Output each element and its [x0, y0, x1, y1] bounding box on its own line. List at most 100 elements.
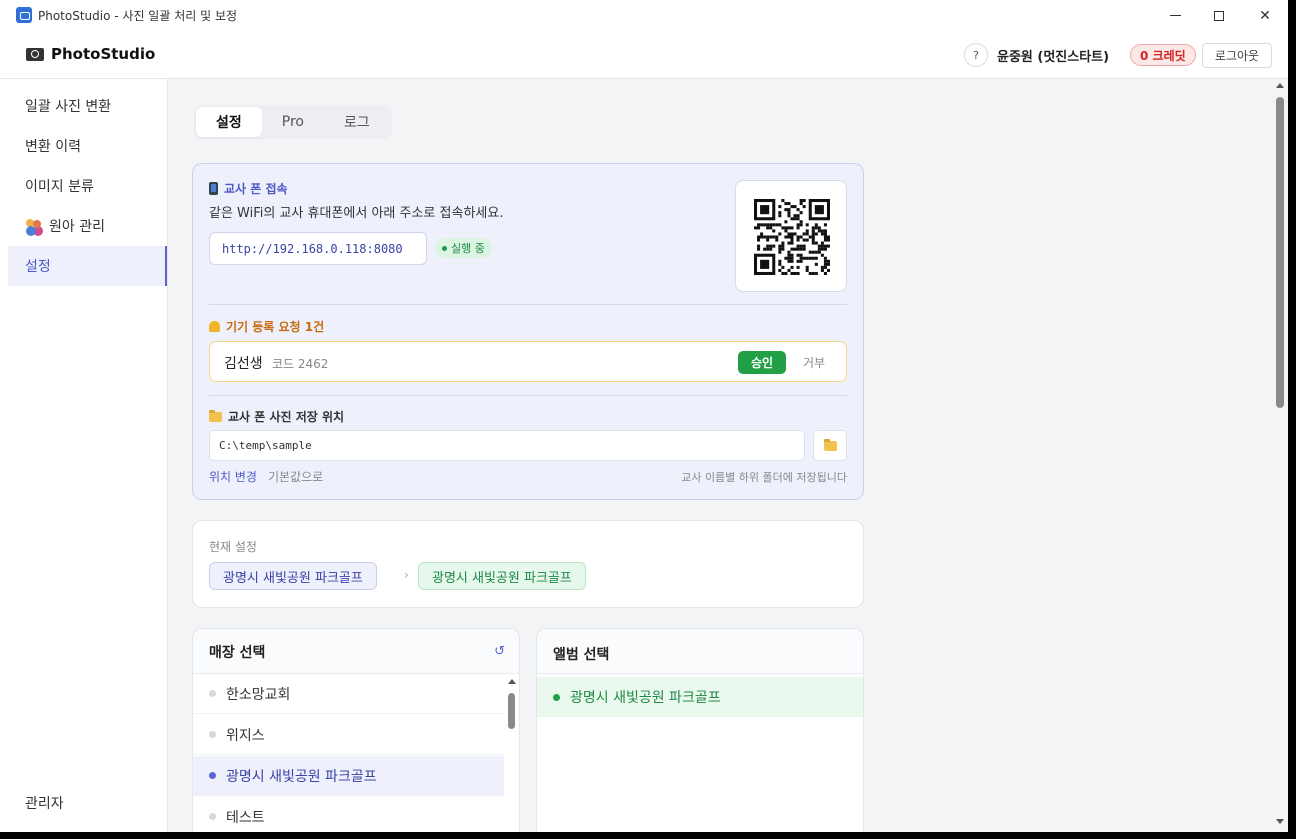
- refresh-icon[interactable]: ↺: [494, 644, 505, 659]
- album-item[interactable]: 광명시 새빛공원 파크골프: [537, 677, 863, 717]
- sidebar: 일괄 사진 변환 변환 이력 이미지 분류 원아 관리 설정 관리자: [8, 79, 168, 832]
- tab-settings[interactable]: 설정: [196, 107, 262, 137]
- device-request-row: 김선생 코드 2462 승인 거부: [209, 341, 847, 382]
- store-item[interactable]: 한소망교회: [193, 674, 504, 714]
- status-text: 실행 중: [451, 242, 485, 255]
- qr-code: [735, 180, 847, 292]
- close-button[interactable]: ✕: [1242, 0, 1288, 31]
- tab-pro[interactable]: Pro: [262, 107, 324, 137]
- album-select-panel: 앨범 선택 광명시 새빛공원 파크골프: [536, 628, 864, 832]
- divider: [209, 395, 847, 396]
- store-select-panel: 매장 선택 ↺ 한소망교회 위지스 광명시 새빛공원 파크골프 테스트: [192, 628, 520, 832]
- reject-button[interactable]: 거부: [794, 351, 834, 374]
- maximize-button[interactable]: [1196, 0, 1242, 31]
- phone-access-title-text: 교사 폰 접속: [224, 182, 288, 196]
- browse-folder-button[interactable]: [813, 430, 847, 461]
- folder-icon: [209, 409, 222, 422]
- children-icon: [25, 218, 43, 234]
- scroll-up-icon[interactable]: [1276, 83, 1284, 88]
- window-title: PhotoStudio - 사진 일괄 처리 및 보정: [38, 9, 238, 23]
- store-item[interactable]: 광명시 새빛공원 파크골프: [193, 756, 504, 796]
- store-item[interactable]: 위지스: [193, 715, 504, 755]
- sidebar-item-batch-convert[interactable]: 일괄 사진 변환: [8, 86, 167, 126]
- main-scrollbar[interactable]: [1273, 79, 1288, 832]
- tab-log[interactable]: 로그: [324, 107, 390, 137]
- sidebar-item-label: 설정: [25, 259, 51, 275]
- device-request-title-text: 기기 등록 요청 1건: [226, 320, 325, 334]
- credit-badge: 0 크레딧: [1130, 44, 1196, 66]
- sidebar-item-history[interactable]: 변환 이력: [8, 126, 167, 166]
- server-url[interactable]: http://192.168.0.118:8080: [209, 232, 427, 265]
- storage-path-input[interactable]: C:\temp\sample: [209, 430, 805, 461]
- phone-access-title: 교사 폰 접속: [209, 180, 288, 197]
- dot-icon: [209, 731, 216, 738]
- app-icon: [16, 7, 32, 23]
- status-badge: 실행 중: [435, 238, 492, 258]
- sidebar-item-children[interactable]: 원아 관리: [8, 206, 167, 246]
- main-content: 설정 Pro 로그 교사 폰 접속 같은 WiFi의 교사 휴대폰에서 아래 주…: [168, 79, 1273, 832]
- scroll-up-icon[interactable]: [508, 679, 516, 684]
- folder-open-icon: [823, 438, 837, 451]
- brand: PhotoStudio: [26, 45, 155, 63]
- sidebar-item-label: 일괄 사진 변환: [25, 99, 112, 115]
- help-button[interactable]: ?: [964, 43, 988, 67]
- sidebar-item-label: 변환 이력: [25, 139, 81, 155]
- request-code: 코드 2462: [272, 357, 329, 371]
- chevron-right-icon: ›: [404, 568, 409, 582]
- scroll-down-icon[interactable]: [1276, 819, 1284, 824]
- scroll-thumb[interactable]: [508, 693, 515, 729]
- dot-icon: [553, 693, 560, 701]
- app-header: PhotoStudio ? 윤중원 (멋진스타트) 0 크레딧 로그아웃: [0, 31, 1288, 79]
- phone-access-description: 같은 WiFi의 교사 휴대폰에서 아래 주소로 접속하세요.: [209, 206, 504, 221]
- album-panel-title: 앨범 선택: [553, 647, 610, 663]
- camera-icon: [26, 47, 44, 61]
- maximize-icon: [1214, 10, 1224, 21]
- sidebar-item-admin[interactable]: 관리자: [25, 793, 64, 813]
- logout-button[interactable]: 로그아웃: [1202, 43, 1272, 68]
- store-item[interactable]: 테스트: [193, 797, 504, 832]
- divider: [209, 304, 847, 305]
- current-settings-card: 현재 설정 광명시 새빛공원 파크골프 › 광명시 새빛공원 파크골프: [192, 520, 864, 608]
- minimize-icon: [1169, 15, 1181, 16]
- store-item-label: 테스트: [226, 809, 265, 826]
- store-item-label: 한소망교회: [226, 686, 291, 703]
- change-location-link[interactable]: 위치 변경: [209, 468, 257, 485]
- sidebar-item-label: 원아 관리: [49, 219, 105, 235]
- current-store-chip: 광명시 새빛공원 파크골프: [209, 562, 377, 590]
- dot-icon: [209, 813, 216, 820]
- title-bar: PhotoStudio - 사진 일괄 처리 및 보정 ✕: [0, 0, 1288, 31]
- user-name: 윤중원 (멋진스타트): [997, 50, 1110, 65]
- app-window: PhotoStudio - 사진 일괄 처리 및 보정 ✕ PhotoStudi…: [0, 0, 1288, 832]
- store-item-label: 광명시 새빛공원 파크골프: [226, 768, 377, 785]
- album-item-label: 광명시 새빛공원 파크골프: [570, 690, 721, 706]
- store-panel-title: 매장 선택: [209, 645, 266, 661]
- dot-icon: [209, 690, 216, 697]
- sidebar-item-settings[interactable]: 설정: [8, 246, 167, 286]
- qr-code-icon: [754, 199, 830, 275]
- bell-icon: [209, 321, 220, 332]
- minimize-button[interactable]: [1152, 0, 1198, 31]
- panel-header: 앨범 선택: [537, 629, 863, 674]
- request-name: 김선생: [224, 356, 263, 372]
- store-item-label: 위지스: [226, 727, 265, 744]
- store-list-scrollbar[interactable]: [505, 675, 519, 832]
- reset-default-link[interactable]: 기본값으로: [268, 468, 323, 485]
- phone-access-card: 교사 폰 접속 같은 WiFi의 교사 휴대폰에서 아래 주소로 접속하세요. …: [192, 163, 864, 500]
- current-settings-label: 현재 설정: [209, 540, 257, 554]
- brand-name: PhotoStudio: [51, 45, 156, 63]
- tab-bar: 설정 Pro 로그: [194, 105, 392, 139]
- scroll-thumb[interactable]: [1276, 97, 1284, 408]
- close-icon: ✕: [1259, 7, 1271, 24]
- panel-header: 매장 선택 ↺: [193, 629, 519, 674]
- phone-icon: [209, 182, 218, 195]
- dot-icon: [209, 772, 216, 779]
- storage-title: 교사 폰 사진 저장 위치: [209, 408, 344, 425]
- storage-title-text: 교사 폰 사진 저장 위치: [228, 410, 345, 424]
- status-dot-icon: [442, 245, 447, 251]
- device-request-title: 기기 등록 요청 1건: [209, 318, 324, 335]
- sidebar-item-label: 이미지 분류: [25, 179, 94, 195]
- storage-note: 교사 이름별 하위 폴더에 저장됩니다: [681, 471, 847, 484]
- current-album-chip: 광명시 새빛공원 파크골프: [418, 562, 586, 590]
- approve-button[interactable]: 승인: [738, 351, 786, 374]
- sidebar-item-image-classify[interactable]: 이미지 분류: [8, 166, 167, 206]
